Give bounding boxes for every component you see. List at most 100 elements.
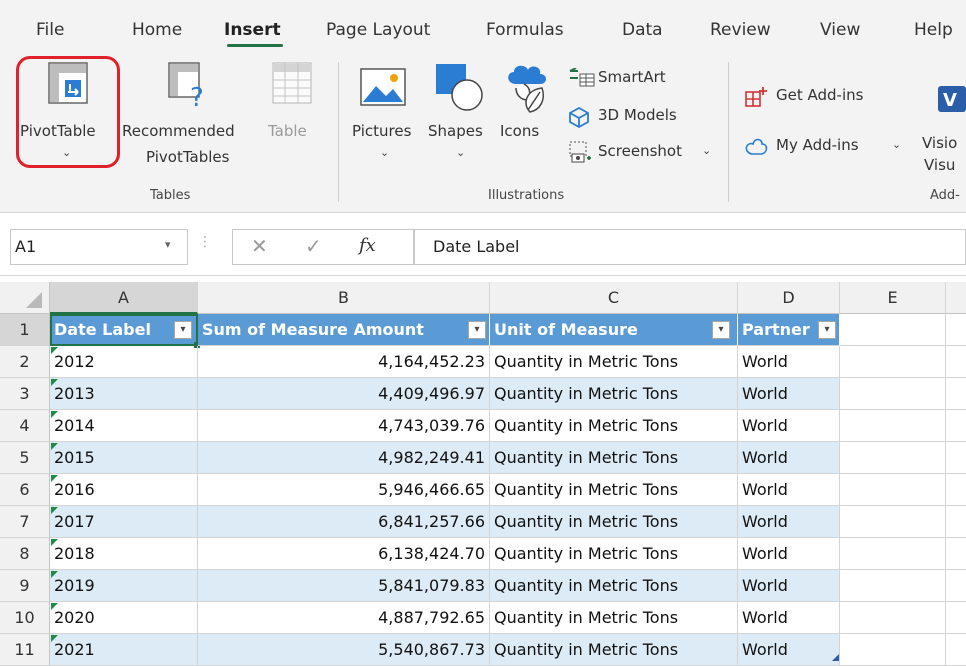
icons-button[interactable]: Icons — [496, 58, 556, 158]
screenshot-button[interactable]: Screenshot ⌄ — [564, 140, 714, 164]
shapes-button[interactable]: Shapes ⌄ — [424, 58, 494, 168]
cell-f[interactable] — [946, 474, 966, 506]
header-cell-unit-of-measure[interactable]: Unit of Measure ▾ — [490, 314, 738, 346]
partner-cell[interactable]: World — [738, 634, 840, 666]
chevron-down-icon[interactable]: ▾ — [165, 238, 171, 251]
amount-cell[interactable]: 4,743,039.76 — [198, 410, 490, 442]
cell-f[interactable] — [946, 346, 966, 378]
tab-view[interactable]: View — [820, 20, 860, 40]
row-header[interactable]: 11 — [0, 634, 50, 666]
partner-cell[interactable]: World — [738, 570, 840, 602]
cell-e1[interactable] — [840, 314, 946, 346]
partner-cell[interactable]: World — [738, 506, 840, 538]
filter-dropdown-icon[interactable]: ▾ — [468, 321, 486, 339]
amount-cell[interactable]: 5,540,867.73 — [198, 634, 490, 666]
date-cell[interactable]: 2020 — [50, 602, 198, 634]
unit-cell[interactable]: Quantity in Metric Tons — [490, 538, 738, 570]
row-header[interactable]: 2 — [0, 346, 50, 378]
filter-dropdown-icon[interactable]: ▾ — [818, 321, 836, 339]
date-cell[interactable]: 2019 — [50, 570, 198, 602]
cell-e[interactable] — [840, 634, 946, 666]
column-header-b[interactable]: B — [198, 282, 490, 314]
cell-e[interactable] — [840, 410, 946, 442]
tab-help[interactable]: Help — [914, 20, 953, 40]
cell-f[interactable] — [946, 410, 966, 442]
unit-cell[interactable]: Quantity in Metric Tons — [490, 378, 738, 410]
column-header-a[interactable]: A — [50, 282, 198, 314]
column-header-c[interactable]: C — [490, 282, 738, 314]
row-header[interactable]: 5 — [0, 442, 50, 474]
unit-cell[interactable]: Quantity in Metric Tons — [490, 634, 738, 666]
cell-e[interactable] — [840, 378, 946, 410]
partner-cell[interactable]: World — [738, 474, 840, 506]
cell-e[interactable] — [840, 602, 946, 634]
tab-insert[interactable]: Insert — [224, 20, 281, 40]
cell-e[interactable] — [840, 442, 946, 474]
cell-f[interactable] — [946, 378, 966, 410]
my-addins-button[interactable]: My Add-ins ⌄ — [742, 134, 912, 160]
amount-cell[interactable]: 6,138,424.70 — [198, 538, 490, 570]
get-addins-button[interactable]: Get Add-ins — [742, 84, 902, 110]
column-header-e[interactable]: E — [840, 282, 946, 314]
cell-f[interactable] — [946, 442, 966, 474]
cell-f[interactable] — [946, 602, 966, 634]
partner-cell[interactable]: World — [738, 602, 840, 634]
date-cell[interactable]: 2013 — [50, 378, 198, 410]
unit-cell[interactable]: Quantity in Metric Tons — [490, 442, 738, 474]
3d-models-button[interactable]: 3D Models — [564, 104, 694, 128]
table-button[interactable]: Table — [262, 58, 322, 158]
cell-f[interactable] — [946, 506, 966, 538]
partner-cell[interactable]: World — [738, 346, 840, 378]
amount-cell[interactable]: 4,982,249.41 — [198, 442, 490, 474]
smartart-button[interactable]: SmartArt — [564, 66, 684, 90]
column-header-d[interactable]: D — [738, 282, 840, 314]
name-box[interactable]: A1 ▾ — [10, 229, 188, 265]
row-header[interactable]: 8 — [0, 538, 50, 570]
tab-home[interactable]: Home — [132, 20, 182, 40]
cancel-x-icon[interactable]: ✕ — [251, 234, 268, 258]
date-cell[interactable]: 2021 — [50, 634, 198, 666]
tab-review[interactable]: Review — [710, 20, 771, 40]
cell-e[interactable] — [840, 474, 946, 506]
date-cell[interactable]: 2018 — [50, 538, 198, 570]
tab-page-layout[interactable]: Page Layout — [326, 20, 430, 40]
row-header[interactable]: 4 — [0, 410, 50, 442]
amount-cell[interactable]: 4,409,496.97 — [198, 378, 490, 410]
pictures-button[interactable]: Pictures ⌄ — [350, 58, 422, 168]
tab-formulas[interactable]: Formulas — [486, 20, 564, 40]
header-cell-sum-amount[interactable]: Sum of Measure Amount ▾ — [198, 314, 490, 346]
amount-cell[interactable]: 5,841,079.83 — [198, 570, 490, 602]
column-header-f[interactable] — [946, 282, 966, 314]
confirm-check-icon[interactable]: ✓ — [305, 234, 322, 258]
cell-f[interactable] — [946, 538, 966, 570]
partner-cell[interactable]: World — [738, 538, 840, 570]
row-header[interactable]: 9 — [0, 570, 50, 602]
cell-f[interactable] — [946, 570, 966, 602]
amount-cell[interactable]: 6,841,257.66 — [198, 506, 490, 538]
unit-cell[interactable]: Quantity in Metric Tons — [490, 474, 738, 506]
unit-cell[interactable]: Quantity in Metric Tons — [490, 506, 738, 538]
row-header[interactable]: 10 — [0, 602, 50, 634]
date-cell[interactable]: 2017 — [50, 506, 198, 538]
cell-e[interactable] — [840, 538, 946, 570]
unit-cell[interactable]: Quantity in Metric Tons — [490, 570, 738, 602]
partner-cell[interactable]: World — [738, 410, 840, 442]
insert-function-icon[interactable]: fx — [359, 235, 376, 256]
cell-e[interactable] — [840, 506, 946, 538]
tab-file[interactable]: File — [36, 20, 64, 40]
date-cell[interactable]: 2016 — [50, 474, 198, 506]
row-header[interactable]: 3 — [0, 378, 50, 410]
partner-cell[interactable]: World — [738, 378, 840, 410]
table-resize-handle-icon[interactable] — [832, 654, 839, 661]
partner-cell[interactable]: World — [738, 442, 840, 474]
recommended-pivottables-button[interactable]: ? Recommended PivotTables — [120, 58, 240, 176]
row-header[interactable]: 7 — [0, 506, 50, 538]
amount-cell[interactable]: 4,164,452.23 — [198, 346, 490, 378]
select-all-corner[interactable] — [0, 282, 50, 314]
unit-cell[interactable]: Quantity in Metric Tons — [490, 410, 738, 442]
tab-data[interactable]: Data — [622, 20, 663, 40]
cell-f1[interactable] — [946, 314, 966, 346]
date-cell[interactable]: 2014 — [50, 410, 198, 442]
filter-dropdown-icon[interactable]: ▾ — [174, 321, 192, 339]
cell-f[interactable] — [946, 634, 966, 666]
